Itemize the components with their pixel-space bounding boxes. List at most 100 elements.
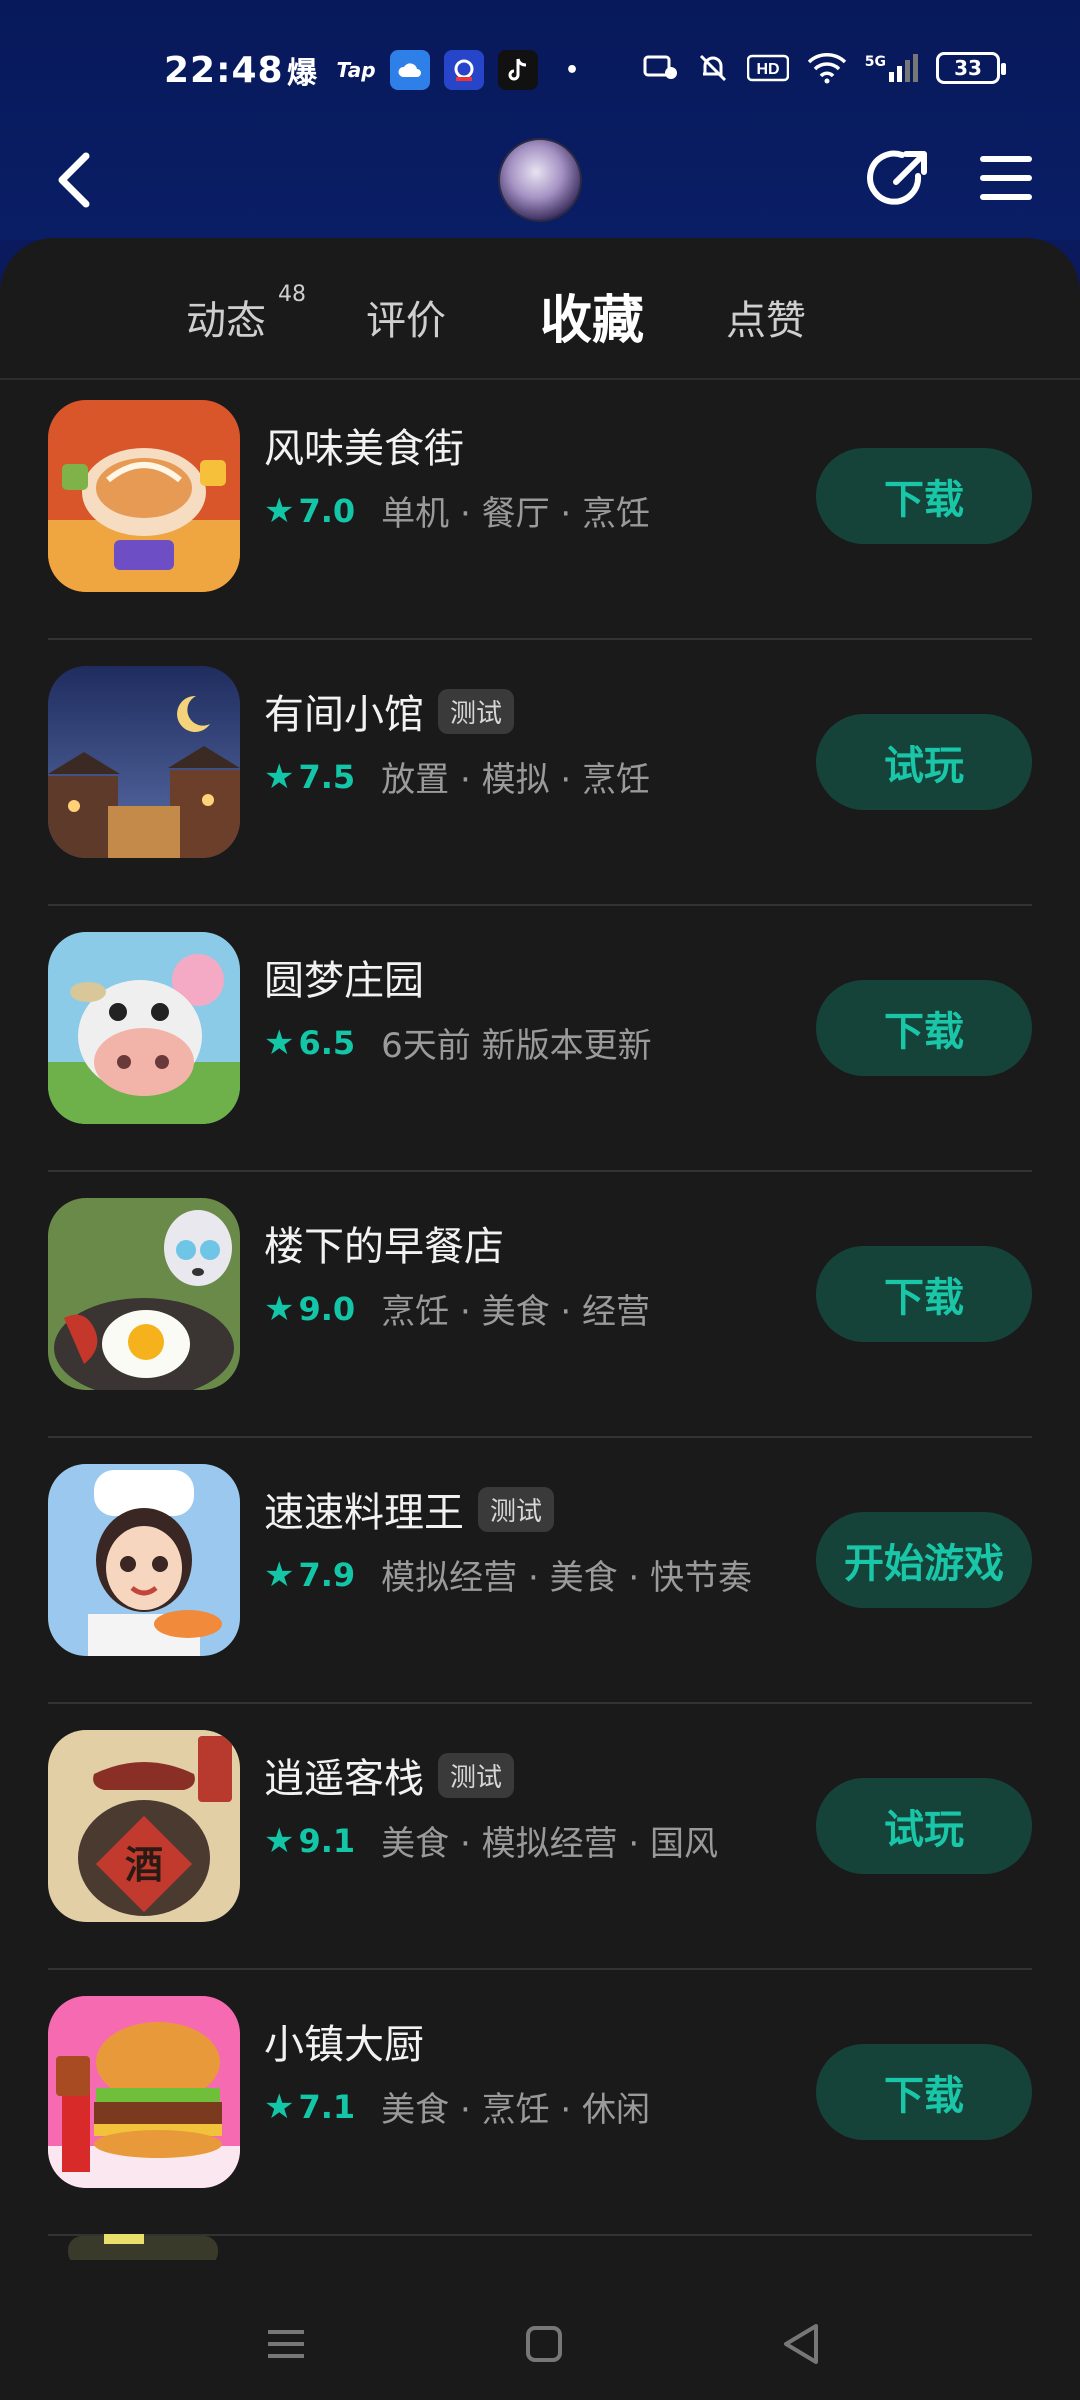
baozou-app-icon: 爆: [287, 56, 317, 91]
download-button[interactable]: 下载: [816, 980, 1032, 1076]
cast-icon: [643, 55, 677, 79]
svg-text:HD: HD: [756, 61, 779, 78]
triangle-back-icon: [784, 2324, 818, 2364]
app-name[interactable]: 小镇大厨: [264, 2012, 424, 2070]
app-name[interactable]: 楼下的早餐店: [264, 1214, 504, 1272]
browser-app-icon: [444, 50, 484, 90]
app-meta: ★ 7.0 单机 · 餐厅 · 烹饪: [264, 486, 650, 535]
weather-app-icon: [390, 50, 430, 90]
star-icon: ★: [264, 490, 295, 531]
tab-label: 评价: [366, 298, 446, 344]
star-icon: ★: [264, 1022, 295, 1063]
navigation-bar: [0, 130, 1080, 230]
app-name[interactable]: 圆梦庄园: [264, 948, 424, 1006]
back-nav-button[interactable]: [772, 2314, 832, 2374]
recents-icon: [268, 2330, 304, 2358]
tiktok-app-icon: [498, 50, 538, 90]
app-icon-susu[interactable]: [48, 1464, 240, 1656]
menu-button[interactable]: [978, 152, 1034, 204]
mute-icon: [699, 54, 726, 82]
app-rating: 7.0: [298, 491, 356, 530]
app-tags: 6天前 新版本更新: [381, 1026, 652, 1066]
status-time: 22:48: [164, 50, 284, 91]
app-name[interactable]: 有间小馆: [264, 682, 424, 740]
menu-icon: [980, 156, 1032, 200]
app-rating: 6.5: [298, 1023, 356, 1062]
status-notification-icons: 爆 Tap •: [282, 50, 592, 91]
share-icon: [867, 150, 927, 205]
app-icon-xiaoyao[interactable]: 酒: [48, 1730, 240, 1922]
download-button[interactable]: 下载: [816, 2044, 1032, 2140]
test-badge: 测试: [478, 1486, 555, 1532]
tab-count-badge: 48: [278, 282, 306, 307]
list-item[interactable]: 圆梦庄园 ★ 6.5 6天前 新版本更新 下载: [0, 906, 1080, 1172]
app-rating: 7.1: [298, 2087, 356, 2126]
avatar[interactable]: [498, 138, 582, 222]
list-item[interactable]: 酒 逍遥客栈 测试 ★ 9.1 美食 · 模拟经营 · 国风 试玩: [0, 1704, 1080, 1970]
home-icon: [526, 2326, 562, 2362]
app-name-row: 圆梦庄园: [264, 948, 424, 1006]
tab-likes[interactable]: 点赞: [726, 288, 806, 346]
app-icon-youjian[interactable]: [48, 666, 240, 858]
status-system-icons: HD 5G 33: [643, 52, 1006, 84]
tab-label: 动态: [186, 298, 266, 344]
list-item[interactable]: 速速料理王 测试 ★ 7.9 模拟经营 · 美食 · 快节奏 开始游戏: [0, 1438, 1080, 1704]
try-button[interactable]: 试玩: [816, 1778, 1032, 1874]
test-badge: 测试: [438, 688, 515, 734]
system-navigation-bar: [0, 2290, 1080, 2400]
app-meta: ★ 9.0 烹饪 · 美食 · 经营: [264, 1284, 650, 1333]
app-name-row: 小镇大厨: [264, 2012, 424, 2070]
tab-activity[interactable]: 动态 48: [186, 282, 306, 346]
tab-reviews[interactable]: 评价: [366, 288, 446, 346]
list-item[interactable]: 风味美食街 ★ 7.0 单机 · 餐厅 · 烹饪 下载: [0, 374, 1080, 640]
home-button[interactable]: [514, 2314, 574, 2374]
tab-label: 点赞: [726, 298, 806, 344]
taptap-app-icon: Tap: [336, 58, 376, 82]
back-icon: [58, 152, 90, 208]
app-tags: 模拟经营 · 美食 · 快节奏: [381, 1558, 753, 1598]
battery-level: 33: [954, 56, 982, 80]
svg-text:酒: 酒: [125, 1842, 163, 1887]
app-name[interactable]: 逍遥客栈: [264, 1746, 424, 1804]
app-meta: ★ 9.1 美食 · 模拟经营 · 国风: [264, 1816, 718, 1865]
download-button[interactable]: 下载: [816, 1246, 1032, 1342]
app-rating: 7.9: [298, 1555, 356, 1594]
app-meta: ★ 7.5 放置 · 模拟 · 烹饪: [264, 752, 650, 801]
app-tags: 单机 · 餐厅 · 烹饪: [381, 494, 651, 534]
top-header: 22:48 爆 Tap • HD 5G 33: [0, 0, 1080, 240]
app-name-row: 有间小馆 测试: [264, 682, 515, 740]
list-item[interactable]: 楼下的早餐店 ★ 9.0 烹饪 · 美食 · 经营 下载: [0, 1172, 1080, 1438]
app-icon-fengwei[interactable]: [48, 400, 240, 592]
back-button[interactable]: [50, 150, 100, 210]
download-button[interactable]: 下载: [816, 448, 1032, 544]
recent-apps-button[interactable]: [256, 2314, 316, 2374]
hd-icon: HD: [746, 54, 789, 82]
app-name-row: 速速料理王 测试: [264, 1480, 555, 1538]
app-meta: ★ 6.5 6天前 新版本更新: [264, 1018, 652, 1067]
try-button[interactable]: 试玩: [816, 714, 1032, 810]
next-app-icon-partial: [48, 2230, 240, 2260]
app-rating: 9.0: [298, 1289, 356, 1328]
network-label: 5G: [864, 54, 886, 70]
star-icon: ★: [264, 1820, 295, 1861]
app-icon-xiaozhen[interactable]: [48, 1996, 240, 2188]
app-name-row: 逍遥客栈 测试: [264, 1746, 515, 1804]
app-rating: 7.5: [298, 757, 356, 796]
list-item[interactable]: 有间小馆 测试 ★ 7.5 放置 · 模拟 · 烹饪 试玩: [0, 640, 1080, 906]
start-game-button[interactable]: 开始游戏: [816, 1512, 1032, 1608]
star-icon: ★: [264, 1288, 295, 1329]
star-icon: ★: [264, 2086, 295, 2127]
app-meta: ★ 7.1 美食 · 烹饪 · 休闲: [264, 2082, 650, 2131]
app-name-row: 风味美食街: [264, 416, 464, 474]
app-name[interactable]: 速速料理王: [264, 1480, 464, 1538]
star-icon: ★: [264, 1554, 295, 1595]
wifi-icon: [807, 53, 846, 84]
share-button[interactable]: [866, 146, 932, 212]
tab-bar: 动态 48 评价 收藏 点赞: [0, 274, 1080, 364]
app-icon-louxia[interactable]: [48, 1198, 240, 1390]
list-item[interactable]: 小镇大厨 ★ 7.1 美食 · 烹饪 · 休闲 下载: [0, 1970, 1080, 2236]
signal-5g-icon: 5G: [865, 54, 918, 82]
tab-favorites[interactable]: 收藏: [540, 278, 644, 353]
app-name[interactable]: 风味美食街: [264, 416, 464, 474]
app-icon-yuanmeng[interactable]: [48, 932, 240, 1124]
